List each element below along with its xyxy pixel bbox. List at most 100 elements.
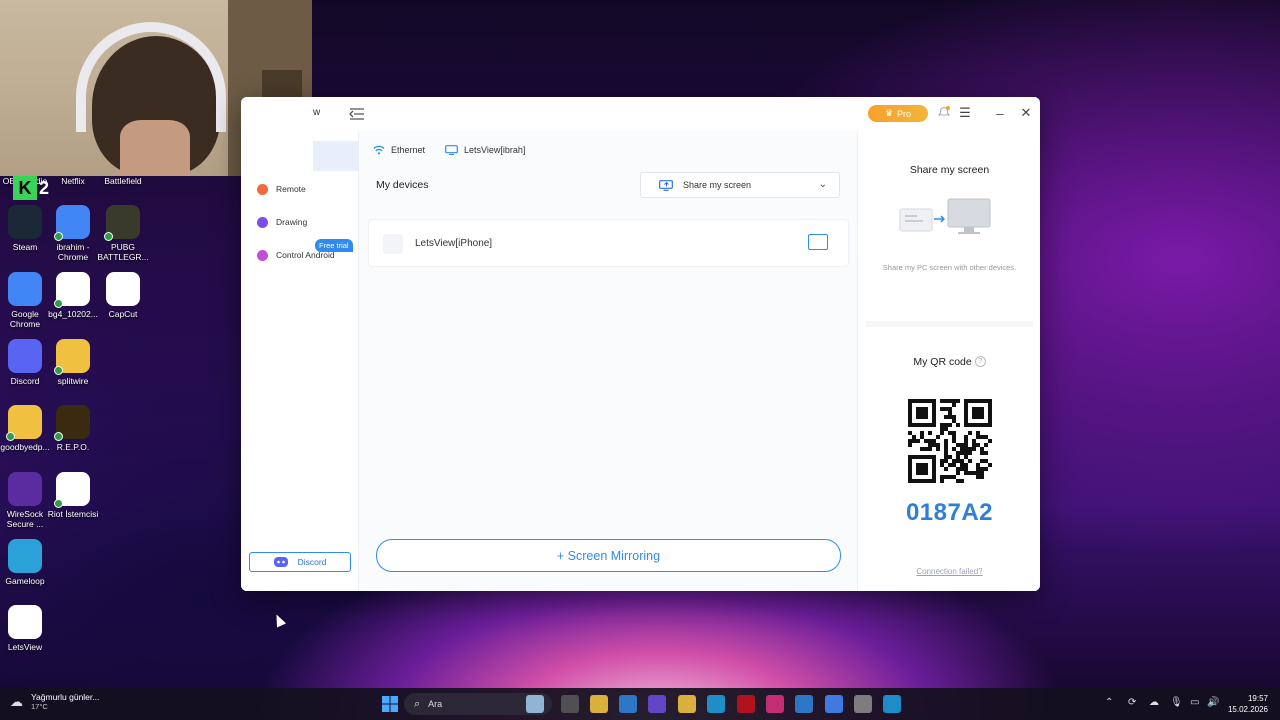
close-icon[interactable]: ✕ (1018, 105, 1034, 121)
network-icon[interactable]: ▭ (1190, 697, 1199, 708)
chrome-icon[interactable] (825, 695, 843, 713)
netflix-icon[interactable] (737, 695, 755, 713)
microphone-icon[interactable]: 🎙 (1170, 697, 1183, 708)
qr-module (920, 447, 924, 451)
start-button[interactable] (381, 695, 399, 713)
weather-widget[interactable]: ☁ Yağmurlu günler... 17°C (10, 692, 99, 711)
desktop-icon[interactable]: LetsView (0, 605, 53, 652)
qr-module (988, 439, 992, 443)
desktop-icon[interactable]: R.E.P.O. (45, 405, 101, 452)
desktop-icon-label: Netflix (61, 176, 85, 186)
ship-app-icon[interactable] (526, 695, 544, 713)
settings-icon[interactable] (854, 695, 872, 713)
desktop-icon-label: Discord (10, 376, 40, 386)
device-name-status[interactable]: LetsView[ibrah] (445, 145, 525, 155)
ethernet-status[interactable]: Ethernet (373, 145, 425, 155)
task-view-icon[interactable] (561, 695, 579, 713)
desktop-icon-label: Gameloop (5, 576, 45, 586)
pro-button[interactable]: ♛ Pro (868, 105, 928, 122)
qr-module (984, 459, 988, 463)
sidebar-item-control-android[interactable]: Control Android (257, 246, 335, 264)
sidebar-active-item[interactable] (313, 141, 359, 171)
desktop-icon-label: splitwire (57, 376, 89, 386)
desktop-icon[interactable]: bg4_10202... (45, 272, 101, 319)
teams-icon[interactable] (648, 695, 666, 713)
tray-app-icon[interactable]: ⟳ (1128, 697, 1136, 708)
share-my-screen-subtitle: Share my PC screen with other devices. (882, 263, 1017, 272)
discord-button[interactable]: Discord (249, 552, 351, 572)
desktop-icon[interactable]: Gameloop (0, 539, 53, 586)
chevron-up-icon[interactable]: ⌃ (1105, 697, 1113, 708)
share-screen-icon (659, 179, 673, 191)
qr-module (952, 439, 956, 443)
qr-code-title: My QR code ? (858, 356, 1040, 368)
minimize-icon[interactable]: – (992, 105, 1008, 121)
connection-failed-link[interactable]: Connection failed? (858, 567, 1040, 576)
onedrive-icon[interactable]: ☁ (1149, 697, 1159, 708)
qr-module (952, 459, 956, 463)
app-icon (106, 272, 140, 306)
qr-title-label: My QR code (913, 356, 972, 368)
clock-time: 19:57 (1247, 694, 1268, 703)
qr-module (956, 455, 960, 459)
qr-module (952, 447, 956, 451)
qr-module (984, 435, 988, 439)
qr-module (984, 443, 988, 447)
qr-module (952, 463, 956, 467)
qr-module (928, 447, 932, 451)
sync-check-icon (54, 366, 63, 375)
qr-module (976, 467, 980, 471)
store-icon[interactable] (590, 695, 608, 713)
qr-module (952, 419, 956, 423)
qr-module (956, 471, 960, 475)
desktop-icon[interactable]: CapCut (95, 272, 151, 319)
qr-module (948, 431, 952, 435)
instagram-icon[interactable] (766, 695, 784, 713)
qr-module (912, 439, 916, 443)
file-explorer-icon[interactable] (678, 695, 696, 713)
edge-icon[interactable] (707, 695, 725, 713)
letsview-taskbar-icon[interactable] (883, 695, 901, 713)
bell-shape (937, 106, 951, 116)
title-bar: w ♛ Pro ☰ – ✕ (241, 97, 1040, 131)
qr-module (948, 463, 952, 467)
collapse-sidebar-icon[interactable] (349, 107, 365, 121)
mouse-cursor (271, 612, 287, 628)
qr-module (948, 423, 952, 427)
sidebar-item-drawing[interactable]: Drawing (257, 213, 307, 231)
share-screen-dropdown[interactable]: Share my screen ⌄ (640, 172, 840, 198)
crown-icon: ♛ (884, 108, 894, 118)
desktop-icon-label: R.E.P.O. (56, 442, 90, 452)
k2-icon[interactable]: K 2 (3, 176, 59, 206)
qr-module (948, 407, 952, 411)
help-icon[interactable]: ? (974, 356, 986, 367)
search-placeholder: Ara (428, 699, 443, 709)
mirror-device-icon[interactable] (808, 234, 828, 250)
desktop-icon[interactable]: ibrahim - Chrome (45, 205, 101, 262)
menu-icon[interactable]: ☰ (957, 105, 973, 121)
qr-module (916, 407, 928, 419)
screen-mirroring-button[interactable]: + Screen Mirroring (376, 539, 841, 572)
volume-icon[interactable]: 🔊 (1207, 697, 1219, 708)
qr-module (980, 471, 984, 475)
calendar-icon[interactable] (795, 695, 813, 713)
desktop-icon[interactable]: PUBG BATTLEGR... (95, 205, 151, 262)
app-icon (8, 339, 42, 373)
right-panel: Share my screen Share my PC screen with … (857, 131, 1040, 591)
qr-module (908, 431, 912, 435)
sidebar-item-remote[interactable]: Remote (257, 180, 306, 198)
qr-module (952, 431, 956, 435)
desktop-icon[interactable]: Battlefield (95, 173, 151, 186)
qr-module (944, 443, 948, 447)
app-icon (8, 605, 42, 639)
desktop-icon[interactable]: splitwire (45, 339, 101, 386)
qr-module (940, 399, 944, 403)
taskbar: ☁ Yağmurlu günler... 17°C ⌕ Ara ⌃ ⟳ ☁ 🎙 … (0, 688, 1280, 720)
notification-icon[interactable] (936, 105, 952, 121)
qr-module (956, 399, 960, 403)
clock[interactable]: 19:57 15.02.2026 (1228, 693, 1268, 715)
qr-module (964, 435, 968, 439)
device-card[interactable]: LetsView[iPhone] (368, 219, 849, 267)
outlook-icon[interactable] (619, 695, 637, 713)
desktop-icon[interactable]: Riot İstemcisi (45, 472, 101, 519)
